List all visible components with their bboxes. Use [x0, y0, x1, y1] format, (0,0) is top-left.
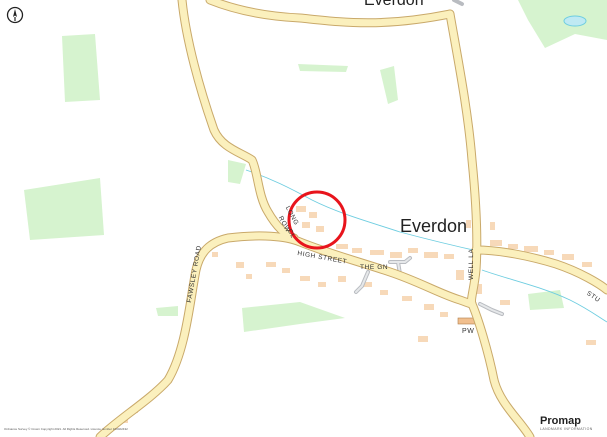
building	[524, 246, 538, 252]
woodland-area	[380, 66, 398, 104]
promap-logo: Promap LANDMARK INFORMATION	[540, 415, 593, 431]
building	[336, 244, 348, 249]
road	[178, 0, 298, 242]
building	[309, 212, 317, 218]
copyright-notice: Ordnance Survey © Crown Copyright 2021. …	[4, 427, 128, 431]
road-label-the-green: THE GN	[360, 264, 389, 271]
building	[490, 240, 502, 246]
brand-name: Promap	[540, 415, 581, 427]
road	[468, 300, 534, 437]
building	[402, 296, 412, 301]
place-of-worship-label: PW	[462, 328, 475, 335]
map-canvas[interactable]: Everdon Everdon HIGH STREET THE GN FAWSL…	[0, 0, 607, 437]
building	[236, 262, 244, 268]
building	[390, 252, 402, 258]
building	[352, 248, 362, 253]
woodland-area	[242, 302, 345, 332]
woodland-area	[518, 0, 607, 48]
building	[266, 262, 276, 267]
road	[96, 232, 476, 437]
building	[302, 222, 310, 228]
minor-road-fill	[479, 303, 503, 315]
building	[282, 268, 290, 273]
building	[582, 262, 592, 267]
building	[300, 276, 310, 281]
road-outline	[471, 245, 607, 295]
woodland-area	[228, 160, 246, 184]
minor-road	[452, 0, 464, 6]
building	[296, 206, 306, 212]
building	[316, 226, 324, 232]
building	[544, 250, 554, 255]
woodland-area	[528, 290, 564, 310]
building	[490, 222, 495, 230]
building	[424, 252, 438, 258]
building	[212, 252, 218, 257]
building	[338, 276, 346, 282]
building	[586, 340, 596, 345]
road-outline	[177, 0, 299, 243]
building	[456, 270, 464, 280]
building	[418, 336, 428, 342]
building	[508, 244, 518, 249]
woodland-area	[298, 64, 348, 72]
road-label-well-lane: WELL LA	[468, 248, 475, 280]
brand-tagline: LANDMARK INFORMATION	[540, 427, 593, 431]
building	[440, 312, 448, 317]
pond	[563, 15, 587, 27]
north-arrow-icon	[6, 6, 24, 24]
building	[444, 254, 454, 259]
building	[424, 304, 434, 310]
building	[562, 254, 574, 260]
map-layer	[24, 0, 607, 437]
building	[408, 248, 418, 253]
woodland-area	[62, 34, 100, 102]
woodland-area	[24, 178, 104, 240]
building	[246, 274, 252, 279]
road-outline	[95, 231, 477, 437]
building	[370, 250, 384, 255]
building	[380, 290, 388, 295]
woodland-area	[156, 306, 178, 316]
building	[500, 300, 510, 305]
place-label-top: Everdon	[364, 0, 424, 9]
building	[318, 282, 326, 287]
place-label-main: Everdon	[400, 216, 468, 236]
road-fills	[96, 0, 607, 437]
